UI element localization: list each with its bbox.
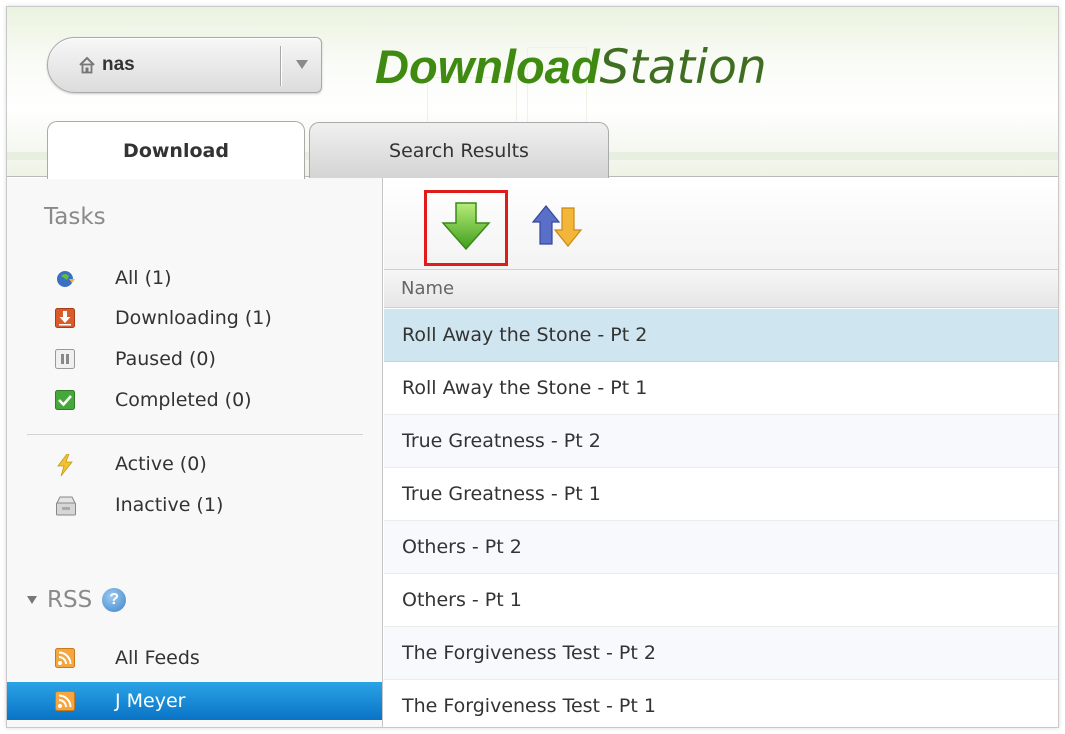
toolbar <box>384 178 1058 270</box>
rss-header: RSS ? <box>27 583 127 617</box>
sidebar-item-label: Paused (0) <box>115 348 216 370</box>
nas-label: nas <box>102 54 135 75</box>
sidebar-item-label: Completed (0) <box>115 389 252 411</box>
tab-search-results[interactable]: Search Results <box>309 122 609 178</box>
rss-feed-icon <box>55 648 75 668</box>
main-panel: Name Roll Away the Stone - Pt 2 Roll Awa… <box>384 178 1058 727</box>
tab-download[interactable]: Download <box>47 121 305 179</box>
sidebar-item-inactive[interactable]: Inactive (1) <box>7 487 382 523</box>
sort-button[interactable] <box>529 200 585 256</box>
table-row[interactable]: The Forgiveness Test - Pt 2 <box>384 627 1058 680</box>
sidebar-item-label: All (1) <box>115 267 172 289</box>
table-row[interactable]: Roll Away the Stone - Pt 2 <box>384 309 1058 362</box>
column-header-label: Name <box>401 278 455 299</box>
chevron-down-icon[interactable] <box>296 60 308 69</box>
row-title: Others - Pt 2 <box>402 536 522 558</box>
sidebar-item-label: J Meyer <box>115 690 186 712</box>
sidebar-item-all[interactable]: All (1) <box>7 260 382 296</box>
table-row[interactable]: Others - Pt 2 <box>384 521 1058 574</box>
column-header-name[interactable]: Name <box>384 270 1058 308</box>
table-row[interactable]: Others - Pt 1 <box>384 574 1058 627</box>
sidebar: Tasks All (1) Downloading (1) Paused (0)… <box>7 178 383 727</box>
row-title: Others - Pt 1 <box>402 589 522 611</box>
feed-item-list: Roll Away the Stone - Pt 2 Roll Away the… <box>384 309 1058 727</box>
table-row[interactable]: True Greatness - Pt 2 <box>384 415 1058 468</box>
nas-selector[interactable]: nas <box>47 37 322 93</box>
row-title: True Greatness - Pt 1 <box>402 483 601 505</box>
downloading-icon <box>55 308 75 328</box>
download-feed-button[interactable] <box>424 190 508 266</box>
sidebar-divider <box>27 434 363 435</box>
lightning-icon <box>55 453 75 477</box>
table-row[interactable]: The Forgiveness Test - Pt 1 <box>384 680 1058 727</box>
table-row[interactable]: True Greatness - Pt 1 <box>384 468 1058 521</box>
header: nas DownloadStation Download Search Resu… <box>7 7 1058 179</box>
download-station-window: nas DownloadStation Download Search Resu… <box>6 6 1059 728</box>
tasks-title: Tasks <box>44 204 106 230</box>
table-row[interactable]: Roll Away the Stone - Pt 1 <box>384 362 1058 415</box>
completed-icon <box>55 390 75 410</box>
selector-separator <box>280 46 281 86</box>
sidebar-item-paused[interactable]: Paused (0) <box>7 341 382 377</box>
inactive-icon <box>55 495 76 516</box>
download-station-logo: DownloadStation <box>375 37 767 98</box>
row-title: Roll Away the Stone - Pt 1 <box>402 377 648 399</box>
sidebar-item-downloading[interactable]: Downloading (1) <box>7 300 382 336</box>
rss-title: RSS <box>47 587 93 613</box>
all-tasks-icon <box>55 268 75 288</box>
sidebar-item-label: Inactive (1) <box>115 494 224 516</box>
sidebar-item-all-feeds[interactable]: All Feeds <box>7 640 382 676</box>
sidebar-item-label: All Feeds <box>115 647 200 669</box>
up-down-arrows-icon <box>529 198 585 258</box>
row-title: The Forgiveness Test - Pt 2 <box>402 642 656 664</box>
logo-light-text: Station <box>599 40 767 95</box>
paused-icon <box>55 349 75 369</box>
collapse-triangle-icon[interactable] <box>27 596 37 604</box>
sidebar-item-label: Active (0) <box>115 453 207 475</box>
sidebar-item-completed[interactable]: Completed (0) <box>7 382 382 418</box>
sidebar-item-j-meyer[interactable]: J Meyer <box>7 682 382 720</box>
row-title: True Greatness - Pt 2 <box>402 430 601 452</box>
sidebar-item-active[interactable]: Active (0) <box>7 446 382 482</box>
row-title: Roll Away the Stone - Pt 2 <box>402 324 648 346</box>
help-icon[interactable]: ? <box>102 588 127 612</box>
logo-bold-text: Download <box>375 40 600 93</box>
home-icon <box>78 56 96 74</box>
green-down-arrow-icon <box>439 199 493 257</box>
rss-feed-icon <box>55 691 75 711</box>
sidebar-item-label: Downloading (1) <box>115 307 272 329</box>
row-title: The Forgiveness Test - Pt 1 <box>402 695 656 717</box>
